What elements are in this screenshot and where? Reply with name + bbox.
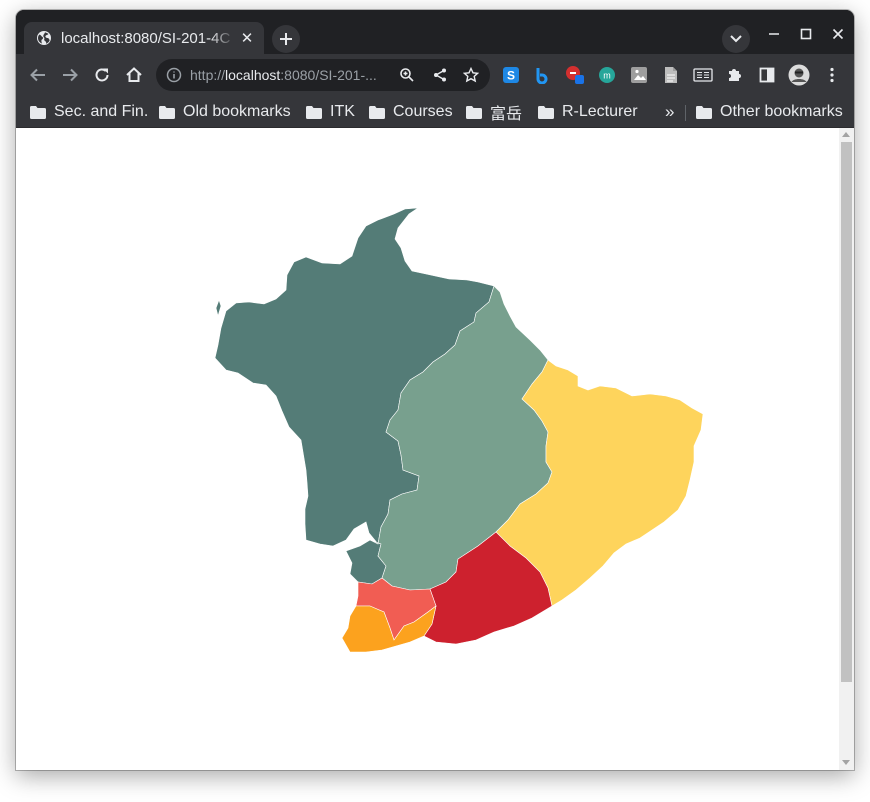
minimize-icon [769,33,779,35]
bookmark-folder[interactable]: Sec. and Fin. [30,100,148,124]
bookmark-folder[interactable]: 富岳 [466,100,522,124]
folder-icon [538,105,554,119]
maximize-icon [800,28,812,40]
new-tab-button[interactable] [272,25,300,53]
chevron-down-icon [730,35,742,43]
browser-tab[interactable]: localhost:8080/SI-201-4C ✕ [24,22,264,54]
tab-search-button[interactable] [722,25,750,53]
folder-icon [696,105,712,119]
home-button[interactable] [122,63,146,87]
back-button[interactable] [26,63,50,87]
maximize-button[interactable] [794,24,818,44]
address-bar[interactable]: http://localhost:8080/SI-201-... [156,59,490,91]
close-icon [832,28,844,40]
forward-button[interactable] [58,63,82,87]
bookmark-label: Sec. and Fin. [54,103,149,120]
folder-icon [159,105,175,119]
bookmark-folder[interactable]: Courses [369,100,453,124]
puzzle-icon[interactable] [725,65,745,85]
scroll-up-arrow-icon[interactable] [842,132,850,137]
tab-strip: localhost:8080/SI-201-4C ✕ [16,10,854,54]
profile-avatar[interactable] [788,64,810,86]
zoom-icon[interactable] [399,67,415,83]
folder-icon [466,105,482,119]
folder-icon [369,105,385,119]
svg-text:S: S [507,69,515,83]
reader-extension-icon[interactable] [693,65,713,85]
bookmark-label: Courses [393,103,453,120]
b-extension-icon[interactable] [533,65,553,85]
bookmark-label: Other bookmarks [720,103,843,120]
home-icon [126,67,142,82]
region-north-west[interactable] [215,299,222,318]
bookmark-label: ITK [330,103,355,120]
svg-text:m: m [603,71,611,81]
browser-toolbar: http://localhost:8080/SI-201-... S m [16,54,854,96]
m-extension-icon[interactable]: m [597,65,617,85]
url-text[interactable]: http://localhost:8080/SI-201-... [190,67,390,83]
globe-icon [36,30,52,46]
other-bookmarks-folder[interactable]: Other bookmarks [696,100,843,124]
menu-kebab-icon[interactable] [822,65,842,85]
browser-window: localhost:8080/SI-201-4C ✕ http://localh… [16,10,854,770]
reload-button[interactable] [90,63,114,87]
sidepanel-icon[interactable] [757,65,777,85]
reload-icon [95,68,109,82]
bookmark-label: 富岳 [490,106,523,123]
folder-icon [306,105,322,119]
tab-title: localhost:8080/SI-201-4C [61,29,231,47]
bookmarks-separator [685,105,686,121]
bookmark-label: Old bookmarks [183,103,291,120]
bookmark-folder[interactable]: ITK [306,100,355,124]
page-viewport [16,128,854,770]
scrollbar-thumb[interactable] [841,142,852,682]
site-info-icon[interactable] [166,67,182,83]
vertical-scrollbar[interactable] [839,128,854,770]
close-window-button[interactable] [826,24,850,44]
choropleth-map [214,207,704,653]
s-extension-icon[interactable]: S [501,65,521,85]
minimize-button[interactable] [762,24,786,44]
arrow-left-icon [30,68,45,82]
plus-icon [280,33,292,45]
doc-extension-icon[interactable] [661,65,681,85]
folder-icon [30,105,46,119]
region-north-west[interactable] [345,539,387,585]
scroll-down-arrow-icon[interactable] [842,760,850,765]
tab-close-icon[interactable]: ✕ [238,29,256,47]
bookmark-star-icon[interactable] [463,67,479,83]
arrow-right-icon [63,68,78,82]
bookmark-folder[interactable]: Old bookmarks [159,100,291,124]
clipper-extension-icon[interactable] [565,65,585,85]
bookmarks-overflow-button[interactable]: » [665,100,674,124]
bookmark-label: R-Lecturer [562,103,638,120]
share-icon[interactable] [432,67,448,83]
bookmarks-bar: Sec. and Fin. Old bookmarks ITK Courses … [16,96,854,128]
bookmark-folder[interactable]: R-Lecturer [538,100,638,124]
image-extension-icon[interactable] [629,65,649,85]
